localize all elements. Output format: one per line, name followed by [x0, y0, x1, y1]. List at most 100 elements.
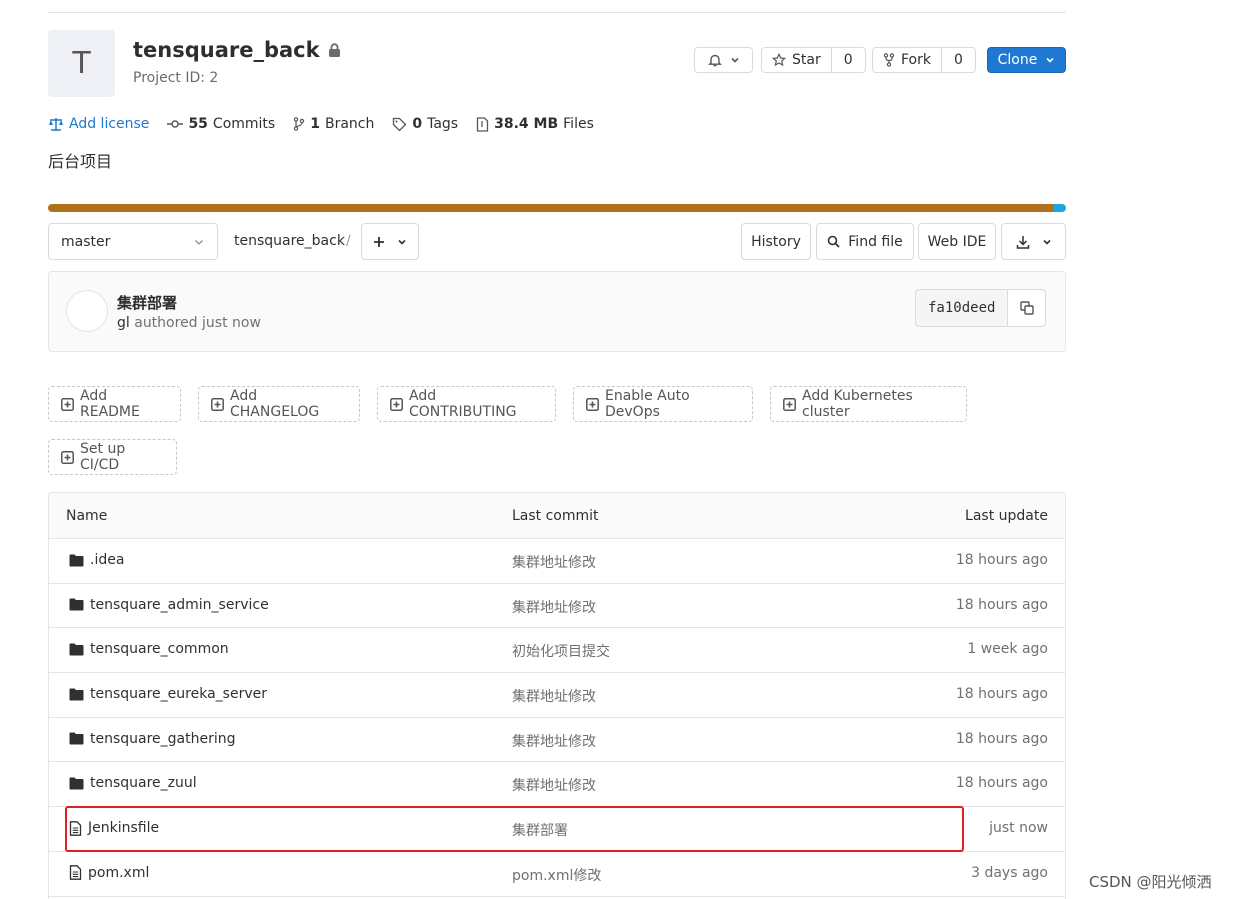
- repository-language-bar[interactable]: [48, 204, 1066, 212]
- file-name[interactable]: tensquare_eureka_server: [90, 686, 267, 702]
- plus-square-icon: [783, 397, 796, 411]
- file-name[interactable]: Jenkinsfile: [88, 820, 159, 836]
- files-link[interactable]: 38.4 MB Files: [476, 116, 594, 132]
- tags-count: 0: [412, 116, 423, 132]
- add-license-link[interactable]: Add license: [48, 116, 149, 132]
- file-name-cell[interactable]: tensquare_admin_service: [69, 597, 269, 613]
- project-name[interactable]: tensquare_back: [133, 38, 320, 62]
- download-dropdown[interactable]: [1001, 223, 1066, 260]
- add-changelog-button[interactable]: Add CHANGELOG: [198, 386, 360, 422]
- file-name-cell[interactable]: tensquare_eureka_server: [69, 686, 267, 702]
- fork-button[interactable]: Fork: [872, 47, 942, 73]
- clone-button[interactable]: Clone: [987, 47, 1066, 73]
- table-body: .idea 集群地址修改 18 hours ago tensquare_admin_s…: [49, 539, 1065, 897]
- file-name-cell[interactable]: tensquare_zuul: [69, 775, 197, 791]
- file-name-cell[interactable]: Jenkinsfile: [69, 820, 159, 836]
- language-segment-primary[interactable]: [48, 204, 1054, 212]
- tags-link[interactable]: 0 Tags: [392, 116, 458, 132]
- file-name-cell[interactable]: tensquare_common: [69, 641, 229, 657]
- commit-sha[interactable]: fa10deed: [915, 289, 1009, 327]
- commit-message[interactable]: 集群地址修改: [512, 686, 596, 706]
- project-id: Project ID: 2: [133, 70, 219, 86]
- commit-message[interactable]: 集群部署: [512, 820, 568, 840]
- enable-auto-devops-button[interactable]: Enable Auto DevOps: [573, 386, 753, 422]
- file-name[interactable]: tensquare_admin_service: [90, 597, 269, 613]
- file-name[interactable]: tensquare_zuul: [90, 775, 197, 791]
- history-button[interactable]: History: [741, 223, 811, 260]
- branch-selector[interactable]: master: [48, 223, 218, 260]
- commit-message[interactable]: 集群地址修改: [512, 775, 596, 795]
- table-row[interactable]: tensquare_gathering 集群地址修改 18 hours ago: [49, 718, 1065, 763]
- commits-link[interactable]: 55 Commits: [167, 116, 275, 132]
- star-button[interactable]: Star: [761, 47, 832, 73]
- file-name[interactable]: pom.xml: [88, 865, 149, 881]
- tags-label: Tags: [427, 116, 459, 132]
- commit-message[interactable]: 集群地址修改: [512, 597, 596, 617]
- web-ide-button[interactable]: Web IDE: [918, 223, 996, 260]
- file-name[interactable]: tensquare_common: [90, 641, 229, 657]
- folder-icon: [69, 598, 84, 611]
- table-row[interactable]: pom.xml pom.xml修改 3 days ago: [49, 852, 1065, 897]
- file-tree-table: Name Last commit Last update .idea 集群地址修改…: [48, 492, 1066, 899]
- files-label: Files: [563, 116, 594, 132]
- star-count[interactable]: 0: [831, 47, 866, 73]
- star-group: Star 0: [761, 47, 866, 73]
- file-icon: [69, 820, 82, 836]
- star-label: Star: [792, 52, 821, 68]
- language-segment-secondary[interactable]: [1054, 204, 1066, 212]
- add-kubernetes-cluster-button[interactable]: Add Kubernetes cluster: [770, 386, 967, 422]
- commit-message[interactable]: 集群地址修改: [512, 731, 596, 751]
- file-name[interactable]: .idea: [90, 552, 124, 568]
- lock-icon: [328, 42, 341, 58]
- table-row[interactable]: tensquare_eureka_server 集群地址修改 18 hours ag…: [49, 673, 1065, 718]
- file-name-cell[interactable]: tensquare_gathering: [69, 731, 236, 747]
- branch-count: 1: [310, 116, 320, 132]
- column-last-commit: Last commit: [512, 508, 599, 524]
- add-file-dropdown[interactable]: [361, 223, 419, 260]
- table-row[interactable]: tensquare_common 初始化项目提交 1 week ago: [49, 628, 1065, 674]
- commit-message[interactable]: pom.xml修改: [512, 865, 601, 885]
- project-title: tensquare_back: [133, 38, 341, 62]
- add-readme-button[interactable]: Add README: [48, 386, 181, 422]
- commits-count: 55: [188, 116, 208, 132]
- project-avatar[interactable]: T: [48, 30, 115, 97]
- last-update-time: just now: [989, 820, 1048, 837]
- plus-square-icon: [61, 450, 74, 464]
- commit-author[interactable]: gl: [117, 315, 130, 331]
- commit-author-avatar[interactable]: [66, 290, 108, 332]
- breadcrumb-separator: /: [346, 233, 351, 249]
- table-row[interactable]: tensquare_zuul 集群地址修改 18 hours ago: [49, 762, 1065, 808]
- add-contributing-button[interactable]: Add CONTRIBUTING: [377, 386, 556, 422]
- enable-auto-devops-label: Enable Auto DevOps: [605, 388, 690, 420]
- find-file-button[interactable]: Find file: [816, 223, 914, 260]
- star-icon: [772, 53, 786, 67]
- copy-icon: [1020, 301, 1034, 315]
- folder-icon: [69, 688, 84, 701]
- notification-button[interactable]: [694, 47, 753, 73]
- branch-link[interactable]: 1 Branch: [293, 116, 374, 132]
- setup-ci-cd-button[interactable]: Set up CI/CD: [48, 439, 177, 475]
- table-row[interactable]: .idea 集群地址修改 18 hours ago: [49, 539, 1065, 584]
- commit-message[interactable]: 初始化项目提交: [512, 641, 610, 661]
- plus-square-icon: [390, 397, 403, 411]
- commit-title[interactable]: 集群部署: [117, 292, 177, 313]
- commit-message[interactable]: 集群地址修改: [512, 552, 596, 572]
- chevron-down-icon: [397, 237, 407, 247]
- file-name-cell[interactable]: pom.xml: [69, 865, 149, 881]
- copy-sha-button[interactable]: [1008, 289, 1047, 327]
- folder-icon: [69, 643, 84, 656]
- fork-count[interactable]: 0: [941, 47, 976, 73]
- chevron-down-icon: [193, 236, 205, 248]
- setup-ci-cd-label: Set up CI/CD: [80, 441, 126, 473]
- bell-icon: [707, 53, 722, 67]
- table-row[interactable]: tensquare_admin_service 集群地址修改 18 hours ag…: [49, 584, 1065, 629]
- breadcrumb-repo[interactable]: tensquare_back: [234, 233, 345, 249]
- table-row[interactable]: Jenkinsfile 集群部署 just now: [49, 807, 1065, 852]
- fork-icon: [883, 53, 895, 67]
- file-name-cell[interactable]: .idea: [69, 552, 124, 568]
- commit-time: authored just now: [134, 315, 261, 331]
- file-name[interactable]: tensquare_gathering: [90, 731, 236, 747]
- add-kubernetes-cluster-label: Add Kubernetes cluster: [802, 388, 913, 420]
- download-icon: [1016, 235, 1030, 249]
- top-divider: [48, 12, 1066, 13]
